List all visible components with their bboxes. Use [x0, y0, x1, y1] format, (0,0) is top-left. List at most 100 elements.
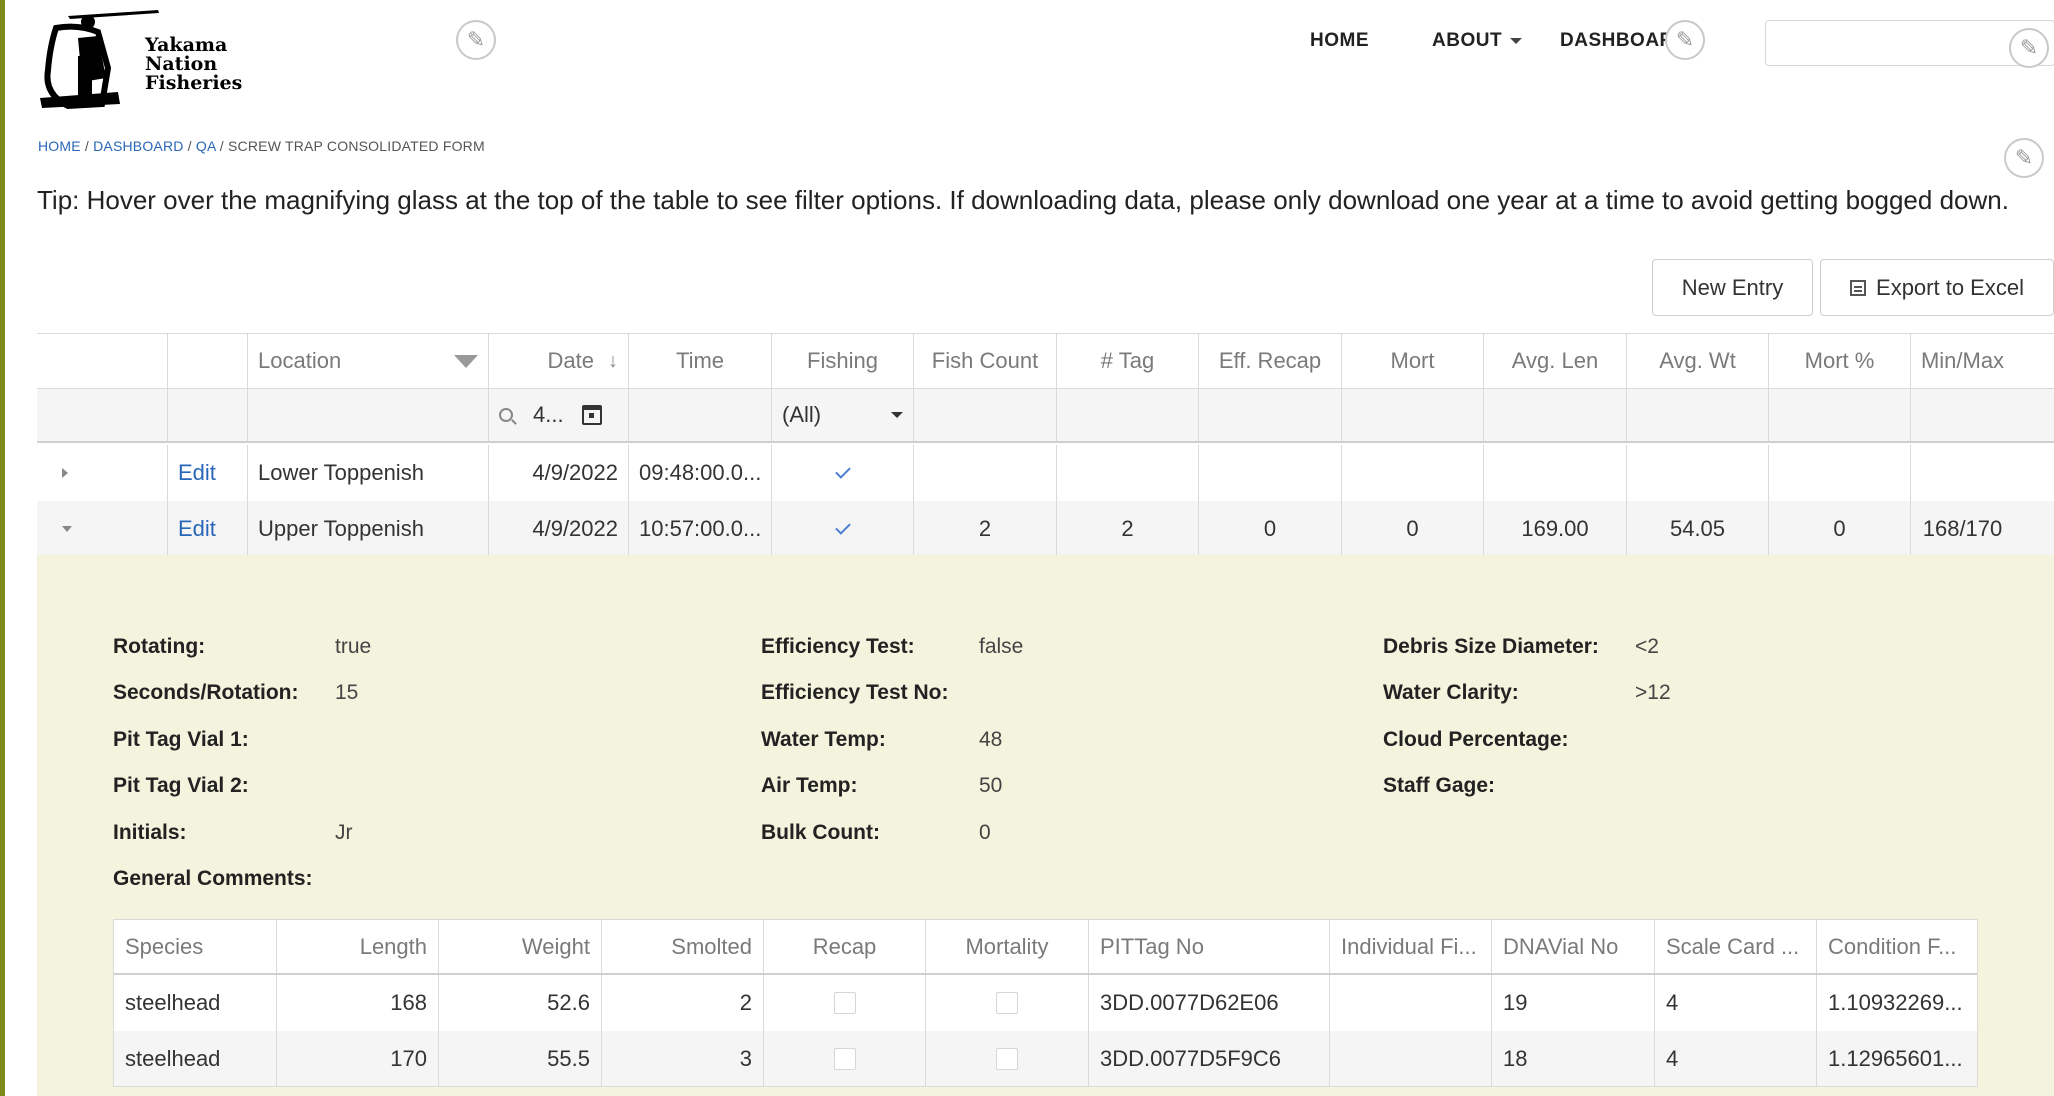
column-header-dnavial[interactable]: DNAVial No [1492, 920, 1655, 973]
export-to-excel-button[interactable]: Export to Excel [1820, 259, 2054, 316]
fish-count-cell [914, 445, 1057, 501]
recap-cell [764, 975, 926, 1031]
expand-arrow-icon[interactable] [62, 468, 68, 478]
detail-label: Initials: [113, 821, 187, 844]
expand-cell[interactable] [37, 445, 168, 501]
edit-pencil-icon[interactable]: ✎ [2009, 28, 2049, 68]
column-header-fishing[interactable]: Fishing [772, 334, 914, 388]
column-header-fish-count[interactable]: Fish Count [914, 334, 1057, 388]
column-header-command [168, 334, 248, 388]
mortality-cell [926, 1031, 1089, 1086]
left-accent-bar [0, 0, 5, 1096]
tip-text: Tip: Hover over the magnifying glass at … [37, 185, 2009, 215]
column-header-mortality[interactable]: Mortality [926, 920, 1089, 973]
detail-value: 48 [979, 728, 1003, 751]
mortality-checkbox [996, 1047, 1018, 1070]
grid-header-row: Location Date ↓ Time Fishing Fish Count #… [37, 334, 2054, 389]
detail-value: >12 [1635, 681, 1671, 704]
tag-cell: 2 [1057, 501, 1199, 556]
date-filter[interactable]: 4... [489, 389, 629, 441]
grid-filter-row: 4... (All) [37, 389, 2054, 443]
mortality-cell [926, 975, 1089, 1031]
column-header-eff-recap[interactable]: Eff. Recap [1199, 334, 1342, 388]
edit-link[interactable]: Edit [168, 501, 248, 556]
collapse-arrow-icon[interactable] [62, 525, 72, 532]
column-header-avg-len[interactable]: Avg. Len [1484, 334, 1627, 388]
individual-cell [1330, 1031, 1492, 1086]
column-header-smolted[interactable]: Smolted [602, 920, 764, 973]
detail-label: Air Temp: [761, 774, 858, 797]
species-cell: steelhead [114, 975, 277, 1031]
table-row[interactable]: steelhead 170 55.5 3 3DD.0077D5F9C6 18 4… [114, 1031, 1977, 1086]
column-header-tag[interactable]: # Tag [1057, 334, 1199, 388]
scale-card-cell: 4 [1655, 1031, 1817, 1086]
fish-count-cell: 2 [914, 501, 1057, 556]
date-filter-value[interactable]: 4... [533, 402, 564, 428]
edit-link-label[interactable]: Edit [178, 516, 216, 542]
column-header-time[interactable]: Time [629, 334, 772, 388]
edit-link-label[interactable]: Edit [178, 460, 216, 486]
edit-pencil-icon[interactable]: ✎ [2004, 138, 2044, 178]
column-header-pittag[interactable]: PITTag No [1089, 920, 1330, 973]
column-header-weight[interactable]: Weight [439, 920, 602, 973]
column-header-location[interactable]: Location [248, 334, 489, 388]
recap-checkbox [833, 992, 856, 1014]
length-cell: 170 [277, 1031, 439, 1086]
table-row[interactable]: steelhead 168 52.6 2 3DD.0077D62E06 19 4… [114, 975, 1977, 1031]
calendar-icon[interactable] [581, 405, 602, 425]
site-header: Yakama Nation Fisheries ✎ HOME ABOUT DAS… [5, 0, 2054, 126]
table-row[interactable]: Edit Upper Toppenish 4/9/2022 10:57:00.0… [37, 501, 2054, 556]
column-header-species[interactable]: Species [114, 920, 277, 973]
avg-len-cell [1484, 445, 1627, 501]
dnavial-cell: 19 [1492, 975, 1655, 1031]
column-header-individual[interactable]: Individual Fi... [1330, 920, 1492, 973]
detail-value: 15 [335, 681, 359, 704]
chevron-down-icon [891, 412, 903, 418]
time-cell: 10:57:00.0... [629, 501, 772, 556]
min-max-cell: 168/170 [1922, 515, 2003, 541]
filter-funnel-icon[interactable] [454, 354, 478, 368]
edit-pencil-icon[interactable]: ✎ [1665, 20, 1705, 60]
weight-cell: 52.6 [439, 975, 602, 1031]
breadcrumb-sep: / [80, 138, 94, 154]
breadcrumb-home[interactable]: HOME [38, 138, 81, 154]
nav-about[interactable]: ABOUT [1432, 30, 1523, 52]
avg-len-cell: 169.00 [1484, 501, 1627, 556]
site-logo[interactable]: Yakama Nation Fisheries [38, 8, 242, 110]
length-cell: 168 [277, 975, 439, 1031]
column-header-recap[interactable]: Recap [764, 920, 926, 973]
time-cell: 09:48:00.0... [629, 445, 772, 501]
eff-recap-cell: 0 [1199, 501, 1342, 556]
column-header-length[interactable]: Length [277, 920, 439, 973]
column-header-avg-wt[interactable]: Avg. Wt [1627, 334, 1769, 388]
column-header-scale-card[interactable]: Scale Card ... [1655, 920, 1817, 973]
detail-label: Pit Tag Vial 1: [113, 728, 249, 751]
column-header-min-max[interactable]: Min/Max [1911, 334, 2014, 388]
search-icon[interactable] [499, 408, 513, 422]
nav-dashboard[interactable]: DASHBOARD [1560, 30, 1675, 52]
row-detail-panel: Rotating: true Seconds/Rotation: 15 Pit … [37, 555, 2054, 1096]
edit-link[interactable]: Edit [168, 445, 248, 501]
mort-cell: 0 [1342, 501, 1484, 556]
recap-checkbox [833, 1047, 856, 1070]
new-entry-button[interactable]: New Entry [1652, 259, 1813, 316]
column-header-condition[interactable]: Condition F... [1817, 920, 1977, 973]
filter-cell [914, 389, 1057, 441]
column-header-date[interactable]: Date ↓ [489, 334, 629, 388]
filter-cell [1484, 389, 1627, 441]
column-header-mort-pct[interactable]: Mort % [1769, 334, 1911, 388]
expand-cell[interactable] [37, 501, 168, 556]
table-row[interactable]: Edit Lower Toppenish 4/9/2022 09:48:00.0… [37, 445, 2054, 501]
edit-pencil-icon[interactable]: ✎ [456, 20, 496, 60]
fishing-filter-select[interactable]: (All) [772, 389, 914, 441]
filter-cell [1911, 389, 2014, 441]
breadcrumb-dashboard[interactable]: DASHBOARD [93, 138, 183, 154]
excel-icon [1850, 279, 1867, 296]
species-cell: steelhead [114, 1031, 277, 1086]
nav-home[interactable]: HOME [1310, 30, 1369, 52]
breadcrumb-current: SCREW TRAP CONSOLIDATED FORM [228, 138, 485, 154]
column-header-expand [37, 334, 168, 388]
avg-wt-cell: 54.05 [1627, 501, 1769, 556]
column-header-mort[interactable]: Mort [1342, 334, 1484, 388]
breadcrumb-qa[interactable]: QA [196, 138, 216, 154]
